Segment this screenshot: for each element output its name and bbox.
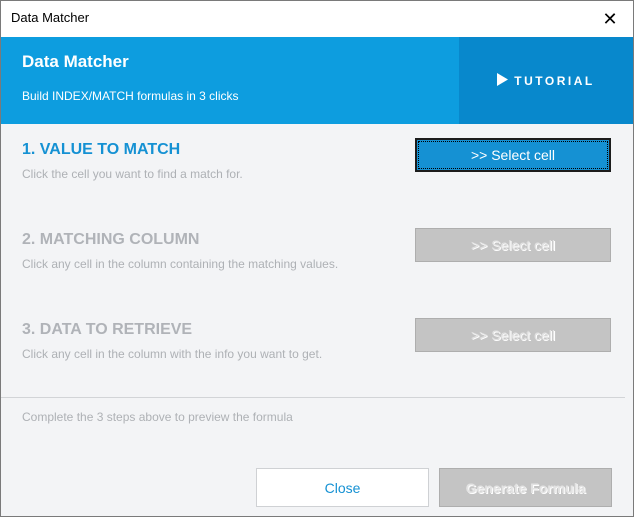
step-description: Click the cell you want to find a match … (22, 167, 243, 181)
select-cell-button-value[interactable]: >> Select cell (415, 138, 611, 172)
select-cell-button-retrieve[interactable]: >> Select cell (415, 318, 611, 352)
step-title: 1. VALUE TO MATCH (22, 141, 181, 158)
formula-preview: Complete the 3 steps above to preview th… (22, 410, 293, 424)
step-title: 2. MATCHING COLUMN (22, 231, 200, 248)
step-matching-column: 2. MATCHING COLUMN Click any cell in the… (22, 231, 338, 271)
window-title: Data Matcher (11, 10, 90, 25)
close-icon[interactable]: ✕ (587, 1, 633, 37)
banner-heading: Data Matcher (22, 52, 129, 71)
step-value-to-match: 1. VALUE TO MATCH Click the cell you wan… (22, 141, 243, 181)
title-bar: Data Matcher ✕ (1, 1, 633, 37)
header-banner: Data Matcher Build INDEX/MATCH formulas … (1, 37, 633, 124)
step-title: 3. DATA TO RETRIEVE (22, 321, 193, 338)
step-data-to-retrieve: 3. DATA TO RETRIEVE Click any cell in th… (22, 321, 322, 361)
data-matcher-dialog: Data Matcher ✕ Data Matcher Build INDEX/… (0, 0, 634, 517)
step-description: Click any cell in the column with the in… (22, 347, 323, 361)
step-description: Click any cell in the column containing … (22, 257, 339, 271)
select-cell-button-matching[interactable]: >> Select cell (415, 228, 611, 262)
close-button[interactable]: Close (256, 468, 429, 507)
tutorial-label: TUTORIAL (514, 73, 595, 88)
banner-subtitle: Build INDEX/MATCH formulas in 3 clicks (22, 89, 239, 103)
generate-formula-button[interactable]: Generate Formula (439, 468, 612, 507)
tutorial-button[interactable]: TUTORIAL (459, 37, 633, 124)
divider (1, 397, 625, 398)
play-icon (497, 72, 509, 89)
